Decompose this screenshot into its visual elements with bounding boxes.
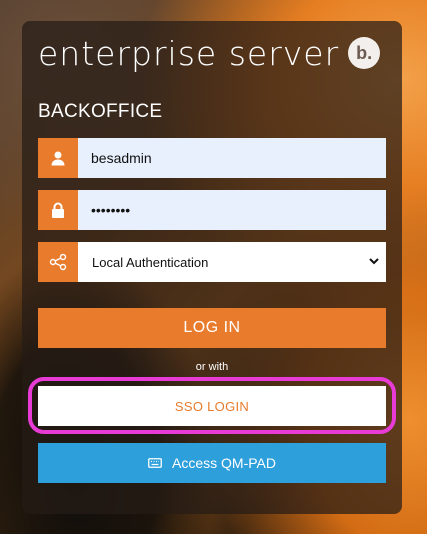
or-with-label: or with (195, 361, 229, 373)
lock-icon (38, 190, 78, 230)
password-input[interactable] (78, 190, 386, 230)
brand-name: enterprise server (38, 33, 340, 73)
chevron-down-icon (368, 255, 380, 270)
user-icon (38, 138, 78, 178)
brand-logo: enterprise server b. (38, 33, 381, 73)
form-title: BACKOFFICE (38, 101, 163, 122)
auth-method-value: Local Authentication (92, 254, 209, 270)
keyboard-icon (148, 458, 172, 468)
auth-method-select[interactable]: Local Authentication (78, 242, 386, 282)
sso-login-button[interactable]: SSO LOGIN (38, 386, 386, 426)
share-icon (38, 242, 78, 282)
brand-badge: b. (348, 37, 381, 69)
access-qm-pad-label: Access QM-PAD (172, 455, 276, 471)
username-field (38, 138, 386, 178)
auth-method-field: Local Authentication (38, 242, 386, 282)
login-button[interactable]: LOG IN (38, 308, 386, 348)
username-input[interactable] (78, 138, 386, 178)
access-qm-pad-button[interactable]: Access QM-PAD (38, 443, 386, 483)
password-field (38, 190, 386, 230)
